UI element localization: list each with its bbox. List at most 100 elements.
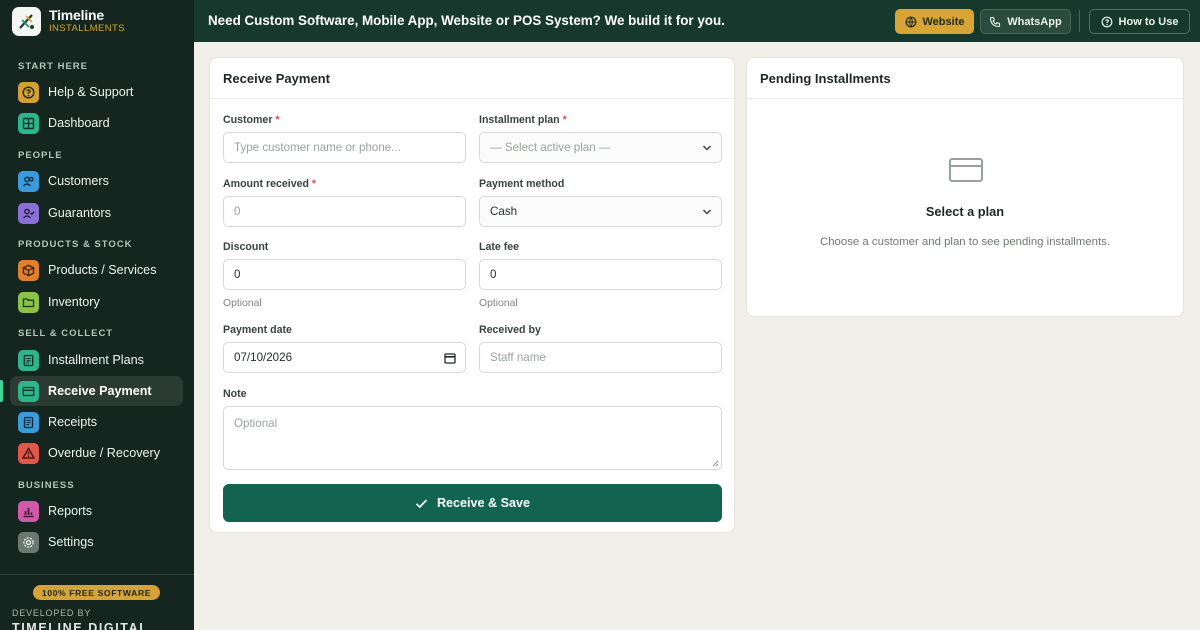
brand[interactable]: Timeline INSTALLMENTS <box>12 7 125 36</box>
calendar-icon[interactable] <box>444 352 456 364</box>
sidebar-item-label: Reports <box>48 504 93 518</box>
discount-input[interactable]: 0 <box>223 259 466 290</box>
sidebar-item-receive-payment[interactable]: Receive Payment <box>10 376 183 406</box>
brand-subtitle: INSTALLMENTS <box>49 23 125 34</box>
gear-icon <box>18 531 39 553</box>
help-circle-icon <box>1101 16 1112 27</box>
developer-name[interactable]: TIMELINE DIGITAL <box>12 621 148 630</box>
sidebar-item-settings[interactable]: Settings <box>10 527 183 557</box>
amount-received-input[interactable]: 0 <box>223 196 466 227</box>
payment-date-input[interactable]: 07/10/2026 <box>223 342 466 373</box>
credit-card-icon <box>949 158 983 182</box>
pending-installments-card: Pending Installments Select a plan Choos… <box>746 57 1184 317</box>
sidebar-item-dashboard[interactable]: Dashboard <box>10 108 183 138</box>
section-products-stock: PRODUCTS & STOCK <box>18 239 133 250</box>
calendar-file-icon <box>18 349 39 371</box>
payment-method-select[interactable]: Cash <box>479 196 722 227</box>
amount-received-label: Amount received * <box>223 178 317 190</box>
note-textarea[interactable]: Optional <box>223 406 722 470</box>
late-fee-input[interactable]: 0 <box>479 259 722 290</box>
sidebar-item-guarantors[interactable]: Guarantors <box>10 198 183 228</box>
received-by-input[interactable]: Staff name <box>479 342 722 373</box>
how-to-use-button[interactable]: How to Use <box>1089 9 1190 34</box>
empty-state-description: Choose a customer and plan to see pendin… <box>819 236 1110 248</box>
amount-placeholder: 0 <box>234 205 241 218</box>
late-fee-label: Late fee <box>479 241 520 253</box>
chevron-down-icon <box>702 209 712 215</box>
sidebar-item-receipts[interactable]: Receipts <box>10 407 183 437</box>
sidebar-item-label: Receipts <box>48 415 97 429</box>
sidebar-item-label: Inventory <box>48 295 100 309</box>
discount-label: Discount <box>223 241 269 253</box>
brand-title: Timeline <box>49 7 104 23</box>
sidebar-item-overdue-recovery[interactable]: Overdue / Recovery <box>10 438 183 468</box>
payment-date-value: 07/10/2026 <box>234 351 293 364</box>
free-software-badge: 100% FREE SOFTWARE <box>33 585 160 600</box>
receive-save-button[interactable]: Receive & Save <box>223 484 722 522</box>
chevron-down-icon <box>702 145 712 151</box>
warning-triangle-icon <box>18 442 39 464</box>
payment-date-label: Payment date <box>223 324 292 336</box>
section-sell-collect: SELL & COLLECT <box>18 328 114 339</box>
payment-method-label: Payment method <box>479 178 565 190</box>
customer-placeholder: Type customer name or phone... <box>234 141 401 154</box>
section-start-here: START HERE <box>18 61 88 72</box>
credit-card-icon <box>18 380 39 402</box>
empty-state-title: Select a plan <box>925 204 1005 219</box>
installment-plan-label: Installment plan * <box>479 114 567 126</box>
received-by-placeholder: Staff name <box>490 351 546 364</box>
brand-logo-icon <box>12 7 41 36</box>
note-label: Note <box>223 388 247 400</box>
promo-text: Need Custom Software, Mobile App, Websit… <box>208 13 725 28</box>
dashboard-grid-icon <box>18 112 39 134</box>
divider <box>747 98 1183 99</box>
section-business: BUSINESS <box>18 480 75 491</box>
user-check-icon <box>18 202 39 224</box>
whatsapp-button[interactable]: WhatsApp <box>980 9 1071 34</box>
whatsapp-button-label: WhatsApp <box>1007 15 1062 28</box>
help-circle-icon <box>18 81 39 103</box>
how-to-use-label: How to Use <box>1118 15 1179 28</box>
sidebar-item-inventory[interactable]: Inventory <box>10 287 183 317</box>
check-icon <box>415 498 428 508</box>
late-fee-hint: Optional <box>479 298 518 309</box>
top-bar: Need Custom Software, Mobile App, Websit… <box>194 0 1200 42</box>
website-button-label: Website <box>922 15 965 28</box>
active-indicator <box>0 380 3 402</box>
folder-icon <box>18 291 39 313</box>
section-people: PEOPLE <box>18 150 63 161</box>
sidebar-item-help-support[interactable]: Help & Support <box>10 77 183 107</box>
sidebar-item-label: Help & Support <box>48 85 134 99</box>
sidebar-item-label: Overdue / Recovery <box>48 446 160 460</box>
developed-by-label: DEVELOPED BY <box>12 608 92 618</box>
plan-selected-value: — Select active plan — <box>490 141 611 154</box>
received-by-label: Received by <box>479 324 541 336</box>
topbar-divider <box>1079 10 1080 32</box>
sidebar-item-installment-plans[interactable]: Installment Plans <box>10 345 183 375</box>
resize-handle-icon[interactable] <box>711 459 719 467</box>
sidebar-footer: 100% FREE SOFTWARE DEVELOPED BY TIMELINE… <box>0 574 194 630</box>
users-icon <box>18 170 39 192</box>
receive-save-label: Receive & Save <box>436 496 531 510</box>
sidebar: Timeline INSTALLMENTS START HERE Help & … <box>0 0 194 630</box>
note-placeholder: Optional <box>234 417 278 430</box>
sidebar-item-label: Dashboard <box>48 116 110 130</box>
discount-hint: Optional <box>223 298 262 309</box>
sidebar-item-label: Products / Services <box>48 263 157 277</box>
customer-label: Customer * <box>223 114 280 126</box>
sidebar-item-label: Guarantors <box>48 206 111 220</box>
late-fee-value: 0 <box>490 268 497 281</box>
globe-icon <box>905 16 916 28</box>
customer-input[interactable]: Type customer name or phone... <box>223 132 466 163</box>
sidebar-item-reports[interactable]: Reports <box>10 496 183 526</box>
installment-plan-select[interactable]: — Select active plan — <box>479 132 722 163</box>
sidebar-item-customers[interactable]: Customers <box>10 166 183 196</box>
sidebar-item-label: Customers <box>48 174 109 188</box>
website-button[interactable]: Website <box>895 9 974 34</box>
bar-chart-icon <box>18 500 39 522</box>
box-icon <box>18 259 39 281</box>
sidebar-item-label: Installment Plans <box>48 353 144 367</box>
sidebar-item-products-services[interactable]: Products / Services <box>10 255 183 285</box>
receipt-icon <box>18 411 39 433</box>
receive-payment-card: Receive Payment Customer * Type customer… <box>209 57 735 533</box>
